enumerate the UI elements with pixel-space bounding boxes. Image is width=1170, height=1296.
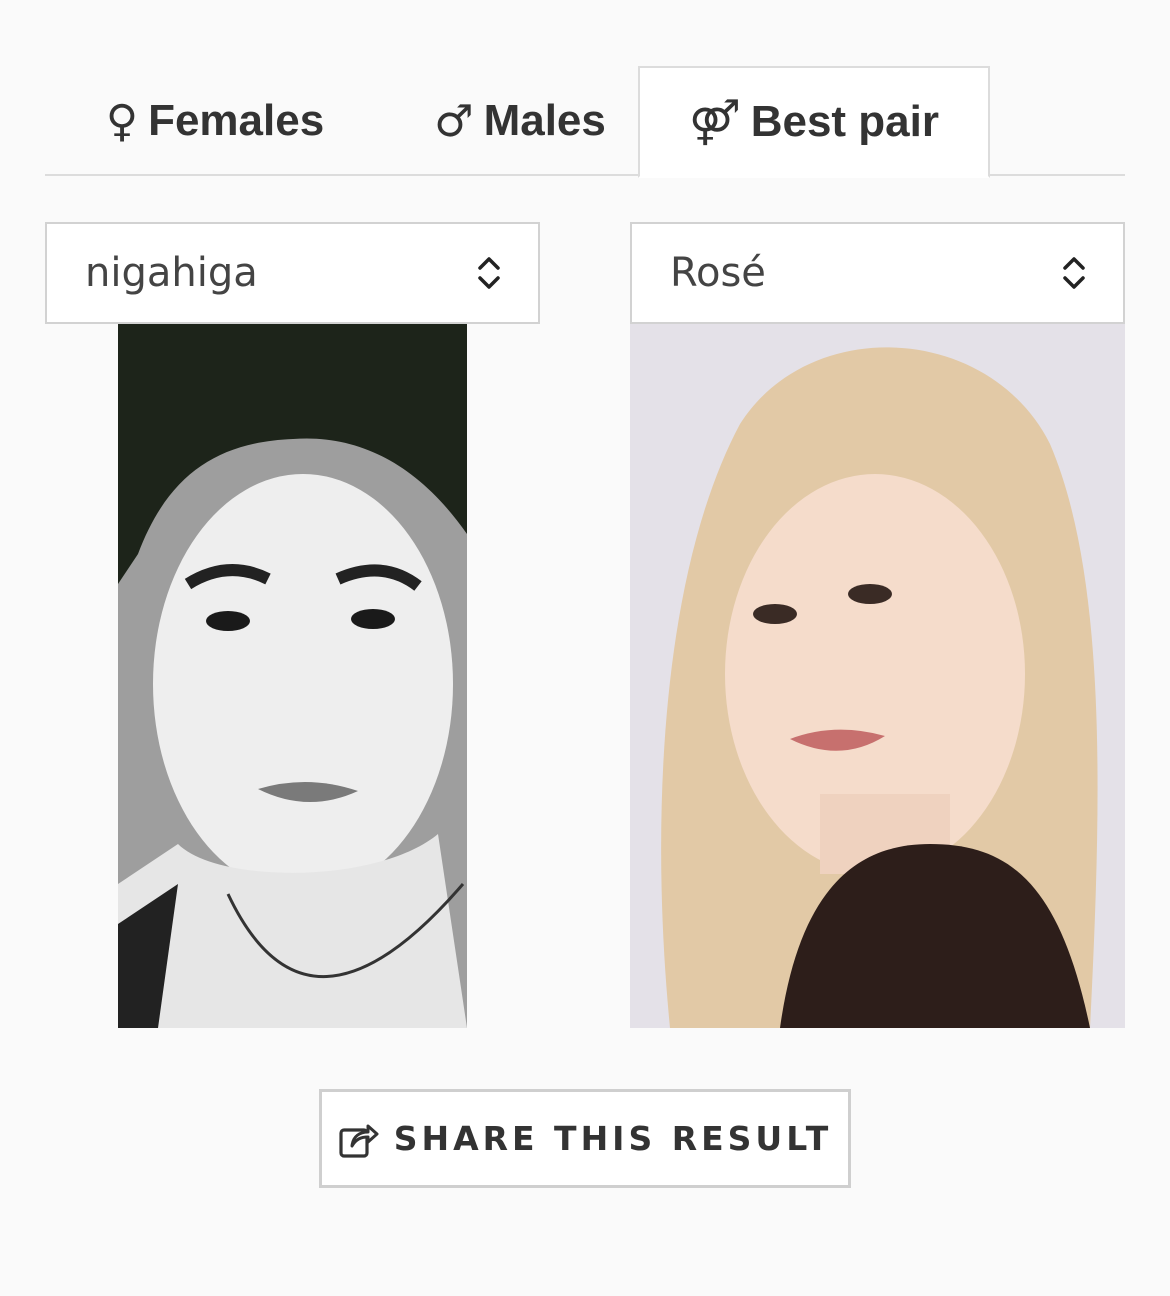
portrait-photo-right [630,324,1125,1028]
share-icon [339,1124,379,1158]
select-value: nigahiga [85,250,258,296]
chevron-up-down-icon [1063,257,1085,289]
person-select-right[interactable]: Rosé [630,222,1125,324]
tab-males[interactable]: ♂ Males [400,66,640,176]
tab-females[interactable]: ♀ Females [75,66,355,176]
tab-best-pair[interactable]: ⚤ Best pair [638,66,990,178]
tab-label: Males [483,96,606,145]
portrait-photo-left [118,324,467,1028]
male-female-icon: ⚤ [689,96,741,148]
share-button-label: SHARE THIS RESULT [393,1119,833,1158]
chevron-up-down-icon [478,257,500,289]
tab-label: Females [148,96,325,145]
select-value: Rosé [670,250,766,296]
female-icon: ♀ [105,95,139,147]
person-select-left[interactable]: nigahiga [45,222,540,324]
tab-bar: ♀ Females ♂ Males ⚤ Best pair [45,66,1125,178]
tab-label: Best pair [750,97,939,146]
male-icon: ♂ [434,95,474,147]
share-result-button[interactable]: SHARE THIS RESULT [319,1089,851,1188]
